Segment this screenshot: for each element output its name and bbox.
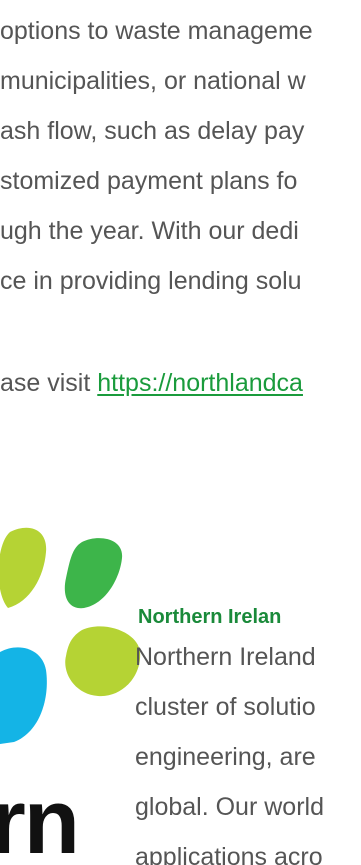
intro-line-2: municipalities, or national w: [0, 67, 306, 95]
intro-line-6: ce in providing lending solu: [0, 267, 302, 295]
intro-line-4: stomized payment plans fo: [0, 167, 298, 195]
intro-paragraph: ​ options to waste manageme municipaliti…: [0, 0, 361, 470]
partner-line-1: Northern Ireland: [135, 643, 316, 671]
leaf-lime-top-icon: [0, 527, 47, 608]
intro-line-3: ash flow, such as delay pay: [0, 117, 305, 145]
partner-line-5: applications acro: [135, 843, 323, 865]
northland-link[interactable]: https://northlandca: [97, 369, 303, 397]
partner-line-3: engineering, are: [135, 743, 316, 771]
intro-line-1: options to waste manageme: [0, 17, 313, 45]
intro-line-5: ugh the year. With our dedi: [0, 217, 299, 245]
leaf-lime-right-icon: [65, 626, 141, 697]
leaf-green-icon: [64, 538, 123, 609]
visit-prefix: ase visit: [0, 369, 98, 397]
visit-line: ase visit https://northlandca: [0, 368, 303, 398]
logo-wordmark: rn: [0, 771, 80, 865]
partner-line-2: cluster of solutio: [135, 693, 316, 721]
partner-line-4: global. Our world: [135, 793, 324, 821]
northern-ireland-logo: rn: [0, 500, 141, 865]
partner-heading: Northern Irelan: [138, 606, 282, 628]
leaf-cyan-icon: [0, 647, 47, 744]
